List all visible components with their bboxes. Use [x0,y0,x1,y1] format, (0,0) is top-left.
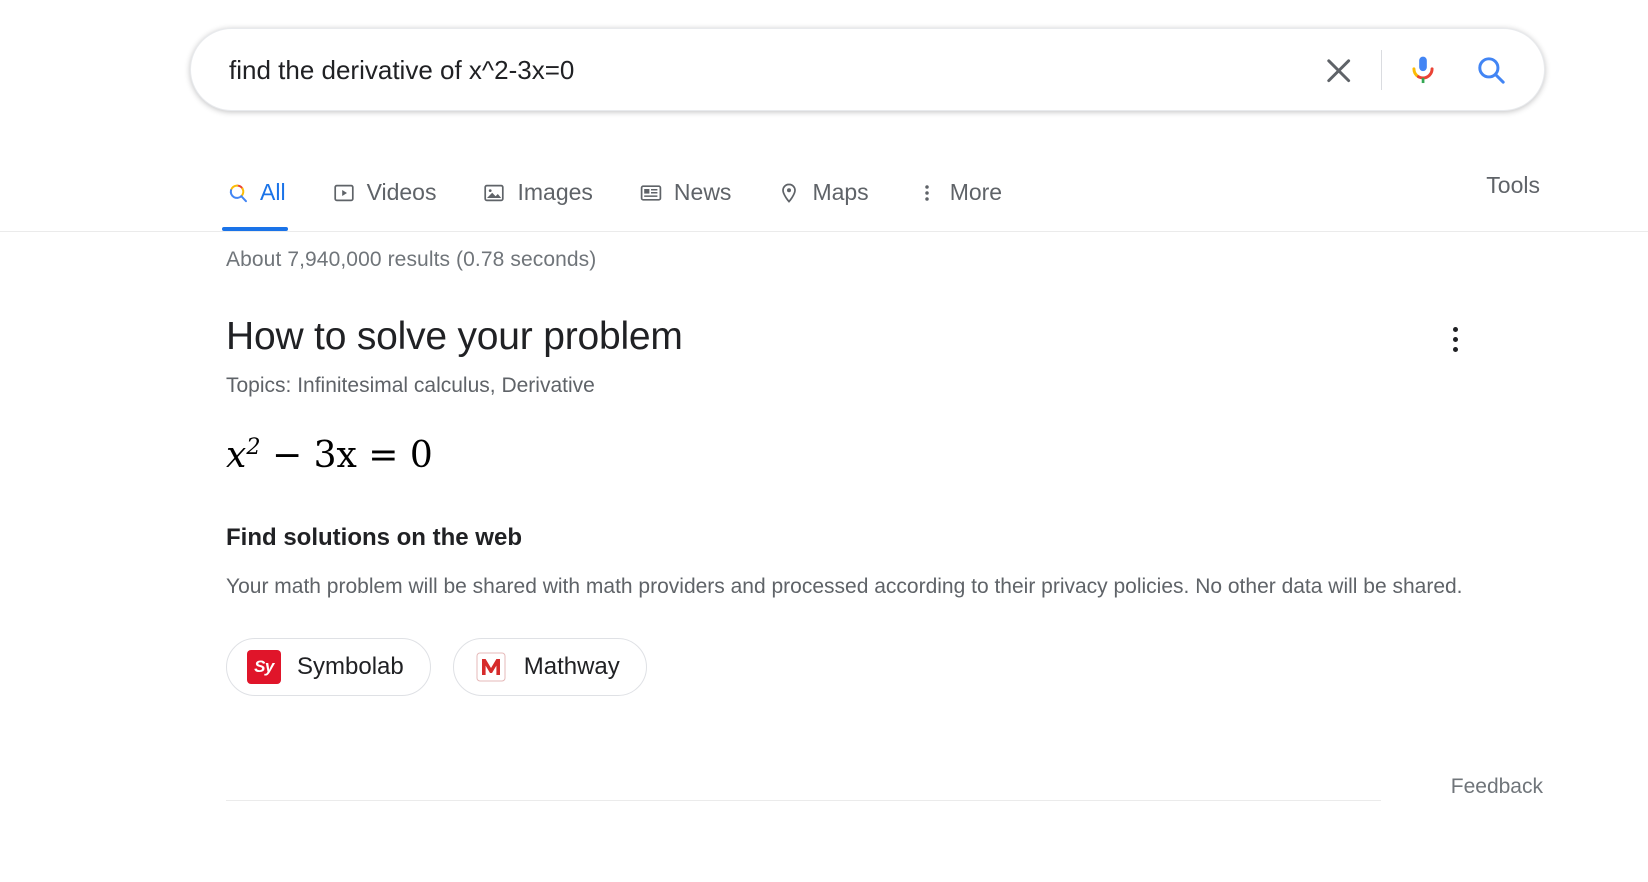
provider-chip-symbolab-label: Symbolab [297,653,404,681]
nav-tab-more[interactable]: More [914,160,1002,213]
provider-chip-symbolab[interactable]: Sy Symbolab [226,638,431,696]
google-search-colored-icon [224,180,250,206]
search-nav-bar: All Videos Images [0,160,1648,232]
page-title: How to solve your problem [226,314,1546,360]
search-bar-divider [1381,50,1382,90]
footer-divider [226,800,1381,801]
nav-active-underline [222,227,288,231]
nav-tab-images-label: Images [517,179,592,206]
search-input[interactable]: find the derivative of x^2-3x=0 [229,53,1311,87]
search-bar[interactable]: find the derivative of x^2-3x=0 [190,28,1545,111]
search-bar-container: find the derivative of x^2-3x=0 [190,28,1545,111]
find-solutions-heading: Find solutions on the web [226,524,1546,552]
math-solver-panel: How to solve your problem Topics: Infini… [226,314,1546,696]
search-results: About 7,940,000 results (0.78 seconds) H… [226,248,1546,696]
equation-base: x [226,435,246,476]
nav-tab-maps-label: Maps [812,179,868,206]
tools-button[interactable]: Tools [1486,172,1540,199]
nav-tab-maps[interactable]: Maps [776,160,868,213]
image-icon [481,180,507,206]
search-icon[interactable] [1464,43,1518,97]
equation-exponent: 2 [246,434,260,460]
more-vertical-icon [914,180,940,206]
kebab-dot [1453,347,1458,352]
provider-chips: Sy Symbolab Mathway [226,638,1546,696]
math-equation: x2 − 3x = 0 [226,436,1546,474]
kebab-dot [1453,337,1458,342]
map-pin-icon [776,180,802,206]
close-icon[interactable] [1311,43,1365,97]
provider-chip-mathway[interactable]: Mathway [453,638,647,696]
feedback-link[interactable]: Feedback [1451,775,1543,799]
news-icon [638,180,664,206]
equation-rest: − 3x = 0 [261,435,433,476]
nav-tab-videos-label: Videos [367,179,437,206]
nav-tab-news[interactable]: News [638,160,732,213]
nav-tab-images[interactable]: Images [481,160,592,213]
microphone-icon[interactable] [1396,43,1450,97]
mathway-logo-icon [474,650,508,684]
video-icon [331,180,357,206]
result-stats: About 7,940,000 results (0.78 seconds) [226,248,1546,272]
nav-tab-all-label: All [260,179,286,206]
nav-tab-more-label: More [950,179,1002,206]
privacy-disclaimer: Your math problem will be shared with ma… [226,572,1481,602]
symbolab-logo-icon: Sy [247,650,281,684]
nav-tab-news-label: News [674,179,732,206]
provider-chip-mathway-label: Mathway [524,653,620,681]
nav-tab-videos[interactable]: Videos [331,160,437,213]
panel-more-options-icon[interactable] [1438,322,1472,356]
nav-tab-all[interactable]: All [224,160,286,213]
kebab-dot [1453,327,1458,332]
panel-topics: Topics: Infinitesimal calculus, Derivati… [226,374,1546,398]
